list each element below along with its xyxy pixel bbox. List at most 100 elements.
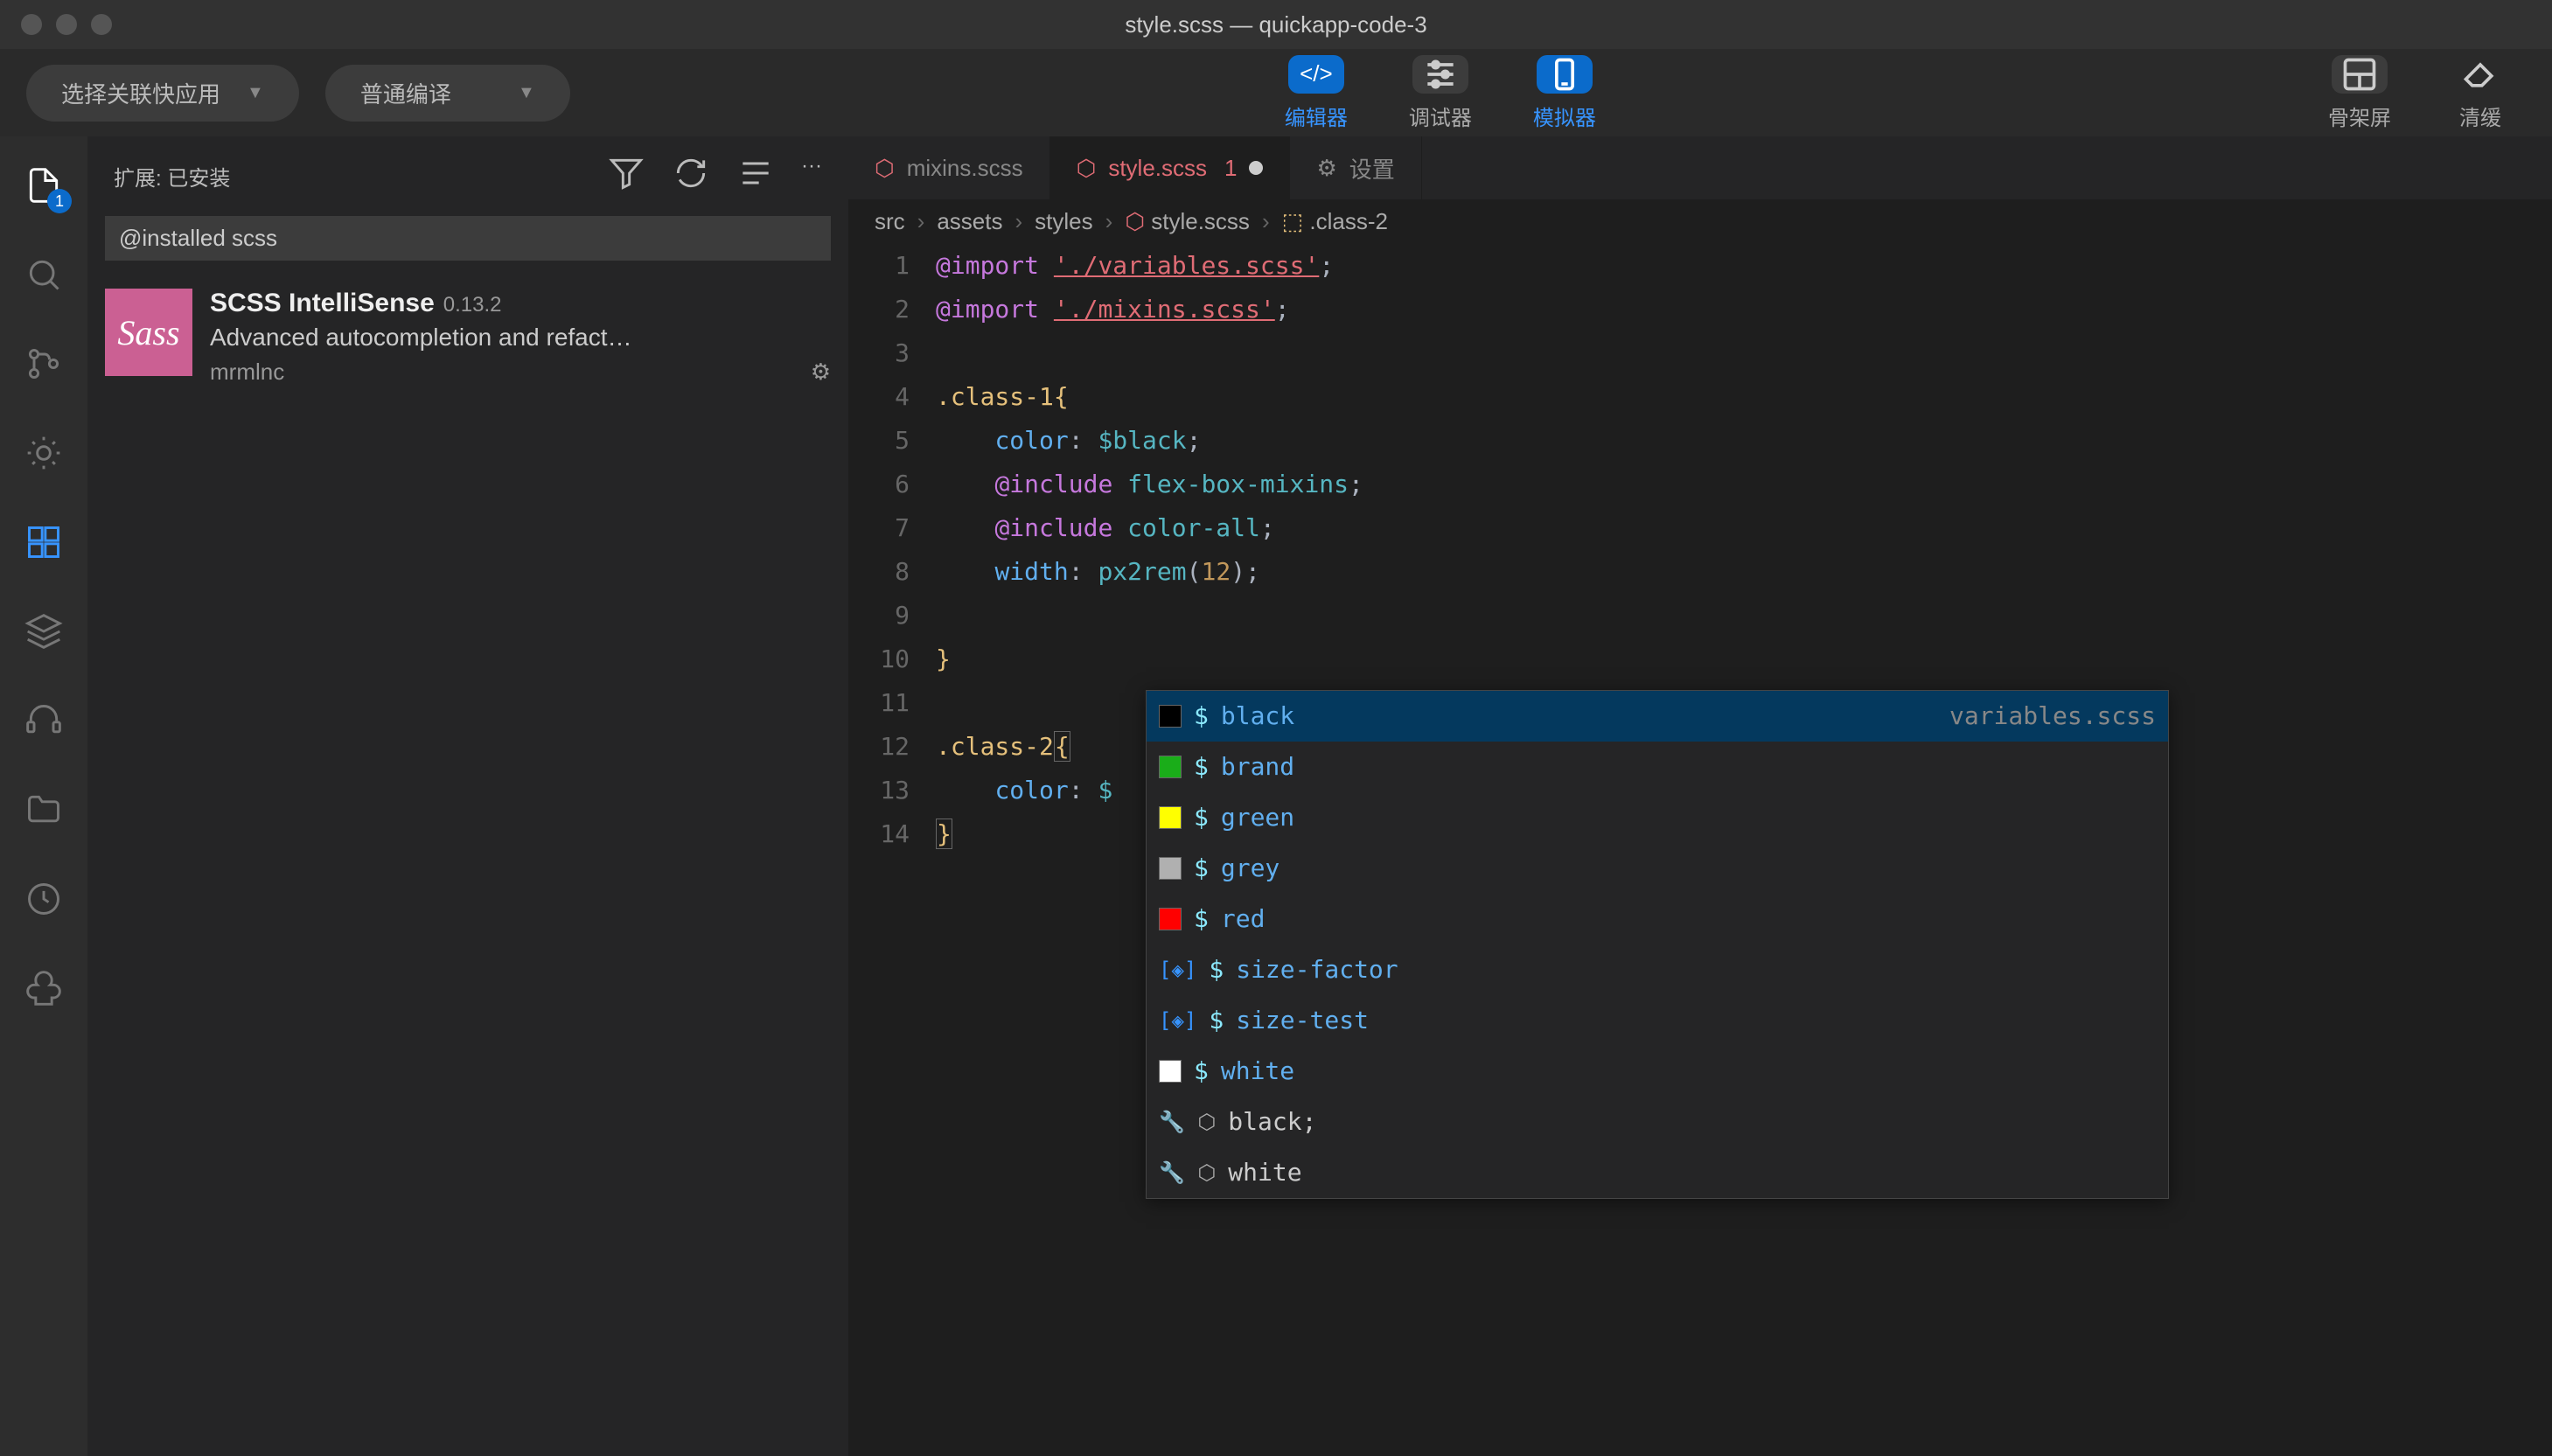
- debugger-button[interactable]: 调试器: [1391, 55, 1489, 131]
- code-line[interactable]: .class-1{: [936, 375, 2552, 419]
- code-line[interactable]: @include color-all;: [936, 506, 2552, 550]
- wrench-icon: 🔧 ⬡: [1159, 1100, 1216, 1144]
- suggestion-source: variables.scss: [1949, 694, 2156, 738]
- explorer-icon[interactable]: 1: [21, 163, 66, 208]
- titlebar: style.scss — quickapp-code-3: [0, 0, 2552, 49]
- extension-name: SCSS IntelliSense: [210, 289, 435, 317]
- variable-icon: [◈]: [1159, 948, 1196, 992]
- filter-icon[interactable]: [607, 154, 645, 199]
- editor-pane: ⬡ mixins.scss ⬡ style.scss 1 ⚙ 设置 src›assets›s…: [848, 136, 2552, 1456]
- list-icon[interactable]: [736, 154, 775, 199]
- code-line[interactable]: @import './mixins.scss';: [936, 288, 2552, 331]
- code-line[interactable]: [936, 331, 2552, 375]
- tab-label: mixins.scss: [907, 155, 1023, 182]
- code-line[interactable]: width: px2rem(12);: [936, 550, 2552, 594]
- dropdown-label: 选择关联快应用: [61, 77, 220, 109]
- debug-icon[interactable]: [21, 430, 66, 476]
- breadcrumb-item[interactable]: assets: [937, 208, 1002, 235]
- breadcrumbs[interactable]: src›assets›styles›⬡ style.scss›⬚ .class-…: [848, 199, 2552, 244]
- breadcrumb-item[interactable]: ⬚ .class-2: [1282, 208, 1388, 235]
- color-swatch: [1159, 908, 1182, 930]
- source-control-icon[interactable]: [21, 341, 66, 387]
- dirty-indicator: [1249, 161, 1263, 175]
- suggestion-item[interactable]: 🔧 ⬡white: [1147, 1147, 2168, 1198]
- history-icon[interactable]: [21, 876, 66, 922]
- suggestion-item[interactable]: $white: [1147, 1046, 2168, 1097]
- color-swatch: [1159, 857, 1182, 880]
- code-line[interactable]: @include flex-box-mixins;: [936, 463, 2552, 506]
- close-dot[interactable]: [21, 14, 42, 35]
- gear-icon[interactable]: ⚙: [811, 359, 831, 386]
- code-icon: </>: [1288, 55, 1344, 94]
- suggestion-item[interactable]: $red: [1147, 894, 2168, 944]
- editor-tab[interactable]: ⚙ 设置: [1290, 136, 1421, 199]
- simulator-button[interactable]: 模拟器: [1516, 55, 1614, 131]
- window-controls: [0, 14, 112, 35]
- code-line[interactable]: @import './variables.scss';: [936, 244, 2552, 288]
- maximize-dot[interactable]: [91, 14, 112, 35]
- breadcrumb-item[interactable]: styles: [1035, 208, 1092, 235]
- search-icon[interactable]: [21, 252, 66, 297]
- sass-icon: ⬡: [1077, 155, 1097, 182]
- autocomplete-popup[interactable]: $blackvariables.scss$brand$green$grey$re…: [1146, 690, 2169, 1199]
- extension-item[interactable]: Sass SCSS IntelliSense 0.13.2 Advanced au…: [87, 275, 848, 400]
- clear-cache-button[interactable]: 清缓: [2435, 55, 2526, 131]
- activity-bar: 1: [0, 136, 87, 1456]
- extension-logo: Sass: [105, 289, 192, 376]
- device-icon: [1537, 55, 1593, 94]
- code-editor[interactable]: 1234567891011121314 @import './variables…: [848, 244, 2552, 856]
- minimize-dot[interactable]: [56, 14, 77, 35]
- layout-icon: [2332, 55, 2388, 94]
- suggestion-item[interactable]: $green: [1147, 792, 2168, 843]
- color-swatch: [1159, 756, 1182, 778]
- wrench-icon: 🔧 ⬡: [1159, 1151, 1216, 1195]
- line-numbers: 1234567891011121314: [848, 244, 936, 856]
- color-swatch: [1159, 1060, 1182, 1083]
- refresh-icon[interactable]: [672, 154, 710, 199]
- chevron-down-icon: ▼: [518, 83, 535, 103]
- extensions-icon[interactable]: [21, 519, 66, 565]
- app-select-dropdown[interactable]: 选择关联快应用 ▼: [26, 65, 299, 122]
- sidebar-header: 扩展: 已安装: [114, 161, 230, 192]
- editor-tabs: ⬡ mixins.scss ⬡ style.scss 1 ⚙ 设置: [848, 136, 2552, 199]
- suggestion-item[interactable]: $brand: [1147, 742, 2168, 792]
- eraser-icon: [2452, 55, 2508, 94]
- extensions-sidebar: 扩展: 已安装 ··· @installed scss Sass SCSS In…: [87, 136, 848, 1456]
- tree-icon[interactable]: [21, 965, 66, 1011]
- extension-desc: Advanced autocompletion and refact…: [210, 324, 831, 352]
- tab-label: style.scss: [1108, 155, 1207, 182]
- settings-icon: ⚙: [1316, 155, 1336, 182]
- code-line[interactable]: color: $black;: [936, 419, 2552, 463]
- headset-icon[interactable]: [21, 698, 66, 743]
- editor-tab[interactable]: ⬡ style.scss 1: [1050, 136, 1291, 199]
- tab-label: 设置: [1349, 152, 1395, 185]
- breadcrumb-item[interactable]: ⬡ style.scss: [1125, 208, 1250, 235]
- suggestion-item[interactable]: $grey: [1147, 843, 2168, 894]
- extension-version: 0.13.2: [443, 293, 502, 317]
- tab-indicator: 1: [1224, 155, 1237, 182]
- suggestion-item[interactable]: $blackvariables.scss: [1147, 691, 2168, 742]
- breadcrumb-item[interactable]: src: [875, 208, 905, 235]
- folder-icon[interactable]: [21, 787, 66, 832]
- color-swatch: [1159, 705, 1182, 728]
- suggestion-item[interactable]: 🔧 ⬡black;: [1147, 1097, 2168, 1147]
- suggestion-item[interactable]: [◈]$size-factor: [1147, 944, 2168, 995]
- window-title: style.scss — quickapp-code-3: [1125, 11, 1426, 38]
- extension-search-input[interactable]: @installed scss: [105, 216, 831, 261]
- editor-button[interactable]: </> 编辑器: [1267, 55, 1365, 131]
- chevron-down-icon: ▼: [247, 83, 264, 103]
- suggestion-item[interactable]: [◈]$size-test: [1147, 995, 2168, 1046]
- color-swatch: [1159, 806, 1182, 829]
- dropdown-label: 普通编译: [360, 77, 451, 109]
- editor-tab[interactable]: ⬡ mixins.scss: [848, 136, 1050, 199]
- more-icon[interactable]: ···: [801, 154, 822, 199]
- badge: 1: [47, 189, 72, 213]
- sass-icon: ⬡: [875, 155, 895, 182]
- code-line[interactable]: [936, 594, 2552, 637]
- skeleton-button[interactable]: 骨架屏: [2311, 55, 2409, 131]
- compile-mode-dropdown[interactable]: 普通编译 ▼: [325, 65, 570, 122]
- code-lines[interactable]: @import './variables.scss';@import './mi…: [936, 244, 2552, 856]
- layers-icon[interactable]: [21, 609, 66, 654]
- code-line[interactable]: }: [936, 637, 2552, 681]
- extension-author: mrmlnc: [210, 359, 284, 386]
